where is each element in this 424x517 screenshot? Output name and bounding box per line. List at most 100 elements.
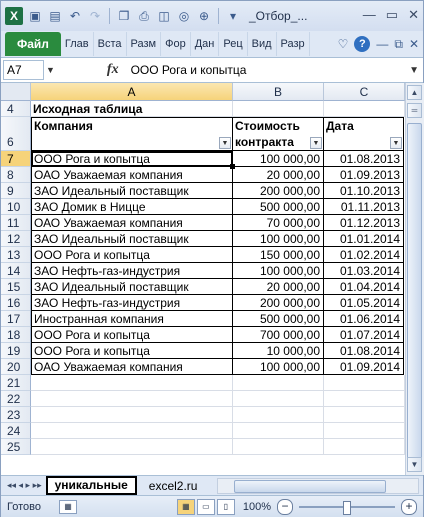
header-cell-company[interactable]: Компания ▼	[31, 117, 233, 151]
row-header[interactable]: 21	[1, 375, 31, 391]
date-cell[interactable]: 01.12.2013	[324, 215, 404, 231]
date-cell[interactable]: 01.10.2013	[324, 183, 404, 199]
row-header[interactable]: 14	[1, 263, 31, 279]
maximize-icon[interactable]: ▭	[386, 7, 398, 23]
ribbon-minimize-icon[interactable]: —	[376, 37, 388, 51]
filter-dropdown-icon[interactable]: ▼	[310, 137, 322, 149]
chevron-down-icon[interactable]: ▼	[46, 65, 55, 75]
scroll-up-icon[interactable]: ▲	[407, 85, 422, 100]
cost-cell[interactable]: 200 000,00	[233, 183, 324, 199]
print-icon[interactable]: ⎙	[136, 8, 152, 24]
date-cell[interactable]: 01.06.2014	[324, 311, 404, 327]
close-icon[interactable]: ✕	[408, 7, 419, 23]
cost-cell[interactable]: 100 000,00	[233, 359, 324, 375]
date-cell[interactable]: 01.01.2014	[324, 231, 404, 247]
zoom-out-button[interactable]: −	[277, 498, 293, 515]
cell[interactable]	[31, 407, 233, 423]
column-header-a[interactable]: A	[31, 83, 233, 101]
zoom-slider[interactable]	[299, 500, 395, 515]
header-cell-cost[interactable]: Стоимость контракта ▼	[233, 117, 324, 151]
date-cell[interactable]: 01.05.2014	[324, 295, 404, 311]
split-handle[interactable]: ═	[407, 103, 422, 118]
cell[interactable]	[324, 439, 405, 455]
company-cell[interactable]: ООО Рога и копытца	[31, 151, 233, 167]
cell[interactable]	[324, 391, 405, 407]
file-tab[interactable]: Файл	[5, 32, 61, 56]
cost-cell[interactable]: 20 000,00	[233, 279, 324, 295]
copy-icon[interactable]: ❐	[116, 8, 132, 24]
cell[interactable]	[233, 375, 324, 391]
scroll-thumb[interactable]	[407, 123, 422, 463]
sheet-nav-icon[interactable]: ◂◂ ◂ ▸ ▸▸	[7, 480, 42, 491]
company-cell[interactable]: ООО Рога и копытца	[31, 247, 233, 263]
cost-cell[interactable]: 200 000,00	[233, 295, 324, 311]
company-cell[interactable]: ЗАО Идеальный поставщик	[31, 231, 233, 247]
row-header[interactable]: 12	[1, 231, 31, 247]
date-cell[interactable]: 01.08.2013	[324, 151, 404, 167]
formula-input[interactable]: ООО Рога и копытца	[131, 63, 247, 77]
row-header[interactable]: 24	[1, 423, 31, 439]
cell[interactable]	[31, 375, 233, 391]
macro-record-icon[interactable]: ▦	[58, 499, 77, 514]
cost-cell[interactable]: 100 000,00	[233, 263, 324, 279]
tab-formulas[interactable]: Фор	[161, 32, 191, 56]
column-header-b[interactable]: B	[233, 83, 324, 101]
row-header[interactable]: 25	[1, 439, 31, 455]
row-header[interactable]: 23	[1, 407, 31, 423]
circle-icon[interactable]: ⊕	[196, 8, 212, 24]
spreadsheet-grid[interactable]: A B C 4 Исходная таблица 6 Компания ▼ Ст…	[1, 83, 405, 475]
row-header[interactable]: 19	[1, 343, 31, 359]
cell[interactable]	[324, 407, 405, 423]
date-cell[interactable]: 01.09.2013	[324, 167, 404, 183]
heart-icon[interactable]: ♡	[338, 37, 349, 51]
save-icon[interactable]: ▣	[27, 8, 43, 24]
normal-view-icon[interactable]: ▦	[176, 498, 195, 515]
company-cell[interactable]: ЗАО Идеальный поставщик	[31, 279, 233, 295]
header-cell-date[interactable]: Дата ▼	[324, 117, 404, 151]
row-header[interactable]: 16	[1, 295, 31, 311]
cell[interactable]	[233, 423, 324, 439]
company-cell[interactable]: Иностранная компания	[31, 311, 233, 327]
select-all-corner[interactable]	[1, 83, 31, 101]
name-box[interactable]: A7	[3, 60, 44, 80]
help-icon[interactable]: ?	[354, 36, 371, 52]
zoom-slider-knob[interactable]	[343, 500, 351, 515]
preview-icon[interactable]: ◫	[156, 8, 172, 24]
company-cell[interactable]: ЗАО Нефть-газ-индустрия	[31, 295, 233, 311]
cell[interactable]	[324, 423, 405, 439]
redo-icon[interactable]: ↷	[87, 8, 103, 24]
cell[interactable]	[233, 101, 324, 117]
cell[interactable]	[31, 439, 233, 455]
cell[interactable]	[233, 391, 324, 407]
cell[interactable]	[233, 407, 324, 423]
tab-page-layout[interactable]: Разм	[127, 32, 162, 56]
cost-cell[interactable]: 70 000,00	[233, 215, 324, 231]
company-cell[interactable]: ЗАО Идеальный поставщик	[31, 183, 233, 199]
vertical-scrollbar[interactable]: ▲ ═ ▼	[405, 83, 424, 475]
customize-icon[interactable]: ▾	[225, 8, 241, 24]
cost-cell[interactable]: 500 000,00	[233, 311, 324, 327]
company-cell[interactable]: ООО Рога и копытца	[31, 327, 233, 343]
row-header[interactable]: 22	[1, 391, 31, 407]
company-cell[interactable]: ООО Рога и копытца	[31, 343, 233, 359]
save-as-icon[interactable]: ▤	[47, 8, 63, 24]
company-cell[interactable]: ЗАО Домик в Ницце	[31, 199, 233, 215]
expand-formula-icon[interactable]: ▼	[409, 65, 419, 76]
title-cell[interactable]: Исходная таблица	[31, 101, 233, 117]
page-layout-view-icon[interactable]: ▭	[196, 498, 215, 515]
sheet-tab-excel2[interactable]: excel2.ru	[141, 477, 206, 495]
date-cell[interactable]: 01.07.2014	[324, 327, 404, 343]
cost-cell[interactable]: 500 000,00	[233, 199, 324, 215]
filter-dropdown-icon[interactable]: ▼	[219, 137, 231, 149]
cost-cell[interactable]: 20 000,00	[233, 167, 324, 183]
zoom-level[interactable]: 100%	[243, 501, 271, 513]
row-header[interactable]: 6	[1, 117, 31, 151]
row-header[interactable]: 8	[1, 167, 31, 183]
company-cell[interactable]: ОАО Уважаемая компания	[31, 359, 233, 375]
ribbon-close-icon[interactable]: ✕	[409, 37, 419, 51]
undo-icon[interactable]: ↶	[67, 8, 83, 24]
date-cell[interactable]: 01.11.2013	[324, 199, 404, 215]
company-cell[interactable]: ОАО Уважаемая компания	[31, 167, 233, 183]
cost-cell[interactable]: 150 000,00	[233, 247, 324, 263]
filter-dropdown-icon[interactable]: ▼	[390, 137, 402, 149]
